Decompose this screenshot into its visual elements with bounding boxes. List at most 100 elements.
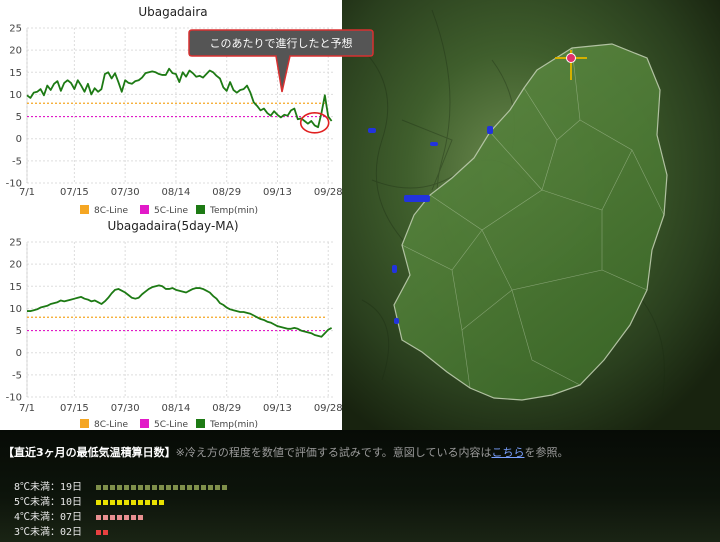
count-square <box>103 529 108 535</box>
x-tick-label: 07/30 <box>111 403 140 414</box>
legend-swatch <box>196 419 205 428</box>
x-tick-label: 7/1 <box>19 187 35 198</box>
x-tick-label: 08/14 <box>162 403 191 414</box>
count-square <box>152 484 157 490</box>
count-label-4c: 4℃未満：07日 <box>14 512 83 523</box>
count-bar-5c <box>96 497 166 508</box>
x-tick-label: 07/30 <box>111 187 140 198</box>
count-square <box>110 484 115 490</box>
marker-dot <box>566 53 576 63</box>
footer-header: 【直近3ヶ月の最低気温積算日数】※冷え方の程度を数値で評価する試みです。意図して… <box>3 444 568 460</box>
count-square <box>152 499 157 505</box>
count-square <box>96 514 101 520</box>
terrain-map[interactable] <box>342 0 720 430</box>
x-tick-label: 09/28 <box>314 187 343 198</box>
y-tick-label: 5 <box>16 112 22 123</box>
x-tick-label: 08/14 <box>162 187 191 198</box>
count-square <box>110 499 115 505</box>
footer-description-pre: ※冷え方の程度を数値で評価する試みです。意図している内容は <box>175 446 492 459</box>
count-bar-3c <box>96 527 110 538</box>
legend-label: Temp(min) <box>209 420 258 430</box>
y-tick-label: 25 <box>9 238 22 249</box>
chart-title: Ubagadaira <box>138 5 207 19</box>
footer-description-post: を参照。 <box>524 446 569 459</box>
legend-label: Temp(min) <box>209 206 258 216</box>
count-square <box>215 484 220 490</box>
series-line-temp-min <box>27 284 333 338</box>
footer-heading: 【直近3ヶ月の最低気温積算日数】 <box>3 446 176 459</box>
lake <box>487 126 493 134</box>
y-tick-label: 10 <box>9 304 22 315</box>
count-square <box>117 484 122 490</box>
x-tick-label: 08/29 <box>212 403 241 414</box>
y-tick-label: 15 <box>9 282 22 293</box>
lake <box>430 142 438 146</box>
count-square <box>208 484 213 490</box>
count-square <box>117 499 122 505</box>
count-square <box>131 499 136 505</box>
count-square <box>103 514 108 520</box>
x-tick-label: 09/13 <box>263 187 292 198</box>
legend-label: 8C-Line <box>94 420 128 430</box>
count-square <box>124 514 129 520</box>
count-square <box>166 484 171 490</box>
y-tick-label: 25 <box>9 24 22 35</box>
y-tick-label: 0 <box>16 134 22 145</box>
count-square <box>222 484 227 490</box>
count-row-5c: 5℃未満：10日 <box>14 493 166 508</box>
legend-label: 5C-Line <box>154 420 188 430</box>
annotation-circle <box>299 111 330 134</box>
legend-swatch <box>140 419 149 428</box>
x-tick-label: 7/1 <box>19 403 35 414</box>
count-row-4c: 4℃未満：07日 <box>14 508 145 523</box>
count-square <box>187 484 192 490</box>
count-square <box>110 514 115 520</box>
count-square <box>138 484 143 490</box>
count-row-3c: 3℃未満：02日 <box>14 523 110 538</box>
count-square <box>159 499 164 505</box>
count-row-8c: 8℃未満：19日 <box>14 478 229 493</box>
count-bar-4c <box>96 512 145 523</box>
charts-panel: Ubagadaira -10 -5 0 5 10 15 20 25 7/1 07/15 07/30 08… <box>0 0 374 430</box>
count-square <box>124 484 129 490</box>
count-square <box>124 499 129 505</box>
x-tick-label: 09/13 <box>263 403 292 414</box>
count-square <box>138 514 143 520</box>
chart-title: Ubagadaira(5day-MA) <box>107 219 238 233</box>
chart-1: Ubagadaira-10-505101520257/1 07/15 07/30 08… <box>6 5 374 216</box>
count-square <box>96 529 101 535</box>
y-tick-label: -10 <box>6 393 22 404</box>
count-square <box>96 499 101 505</box>
charts-svg: Ubagadaira-10-505101520257/1 07/15 07/30 08… <box>6 5 374 430</box>
x-tick-label: 07/15 <box>60 403 89 414</box>
y-tick-label: 0 <box>16 348 22 359</box>
count-square <box>96 484 101 490</box>
count-square <box>145 484 150 490</box>
count-square <box>194 484 199 490</box>
y-tick-label: 20 <box>9 46 22 57</box>
count-square <box>117 514 122 520</box>
legend-label: 5C-Line <box>154 206 188 216</box>
count-square <box>180 484 185 490</box>
count-label-3c: 3℃未満：02日 <box>14 527 83 538</box>
count-square <box>131 484 136 490</box>
count-square <box>103 484 108 490</box>
count-label-5c: 5℃未満：10日 <box>14 497 83 508</box>
x-tick-label: 07/15 <box>60 187 89 198</box>
count-square <box>103 499 108 505</box>
y-tick-label: 20 <box>9 260 22 271</box>
count-label-8c: 8℃未満：19日 <box>14 482 83 493</box>
footer-panel: 【直近3ヶ月の最低気温積算日数】※冷え方の程度を数値で評価する試みです。意図して… <box>0 430 720 542</box>
y-tick-label: 5 <box>16 326 22 337</box>
legend-swatch <box>140 205 149 214</box>
lake <box>404 195 430 202</box>
count-square <box>159 484 164 490</box>
count-square <box>201 484 206 490</box>
count-square <box>145 499 150 505</box>
map-svg <box>342 0 720 430</box>
lake <box>392 265 397 273</box>
y-tick-label: -5 <box>12 370 22 381</box>
lake <box>368 128 376 133</box>
legend-swatch <box>80 205 89 214</box>
footer-link[interactable]: こちら <box>491 446 524 459</box>
